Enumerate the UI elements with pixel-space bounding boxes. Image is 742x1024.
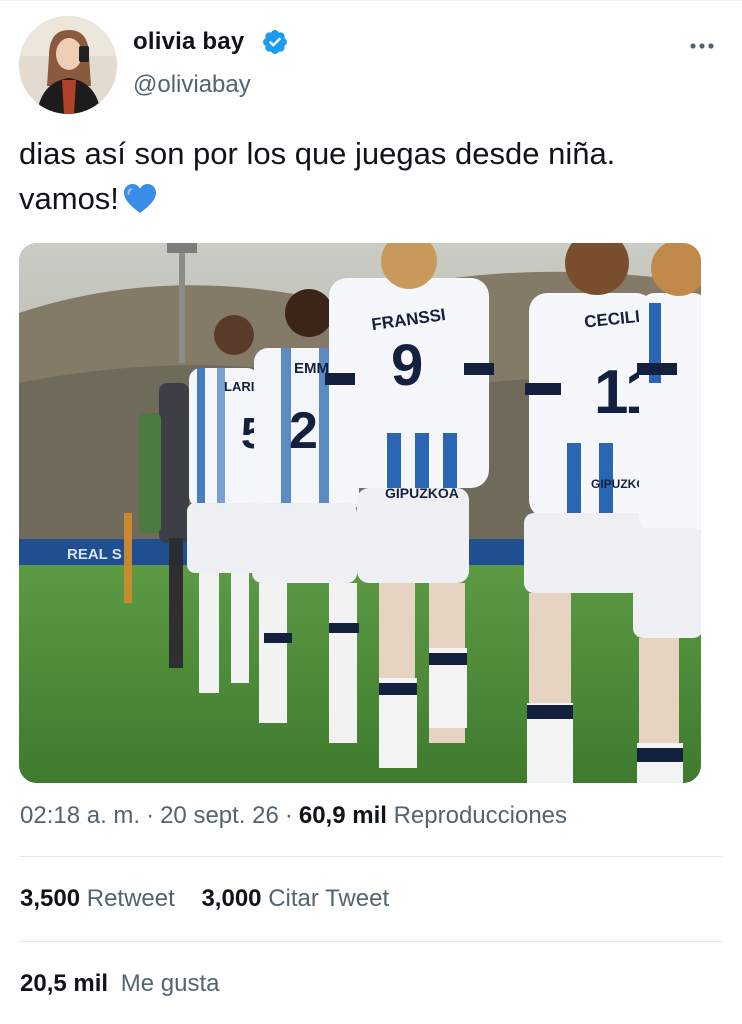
- separator-dot: ·: [146, 802, 155, 829]
- likes-stats: 20,5 mil Me gusta: [20, 970, 219, 998]
- avatar-photo: [19, 16, 117, 114]
- top-border: [0, 0, 742, 1]
- jersey-number-2: 2: [289, 402, 318, 460]
- blue-heart-icon: [123, 184, 156, 213]
- retweets-label: Retweet: [86, 885, 175, 912]
- quotes-label: Citar Tweet: [268, 885, 390, 912]
- tweet-media-image[interactable]: REAL S LARI 5 EMM 2 FRANSSI 9 GIPUZKOA C…: [19, 243, 701, 783]
- quotes-count: 3,000: [201, 885, 262, 912]
- more-options-icon[interactable]: [688, 36, 716, 56]
- views-count: 60,9 mil: [298, 802, 387, 829]
- verified-badge-icon: [263, 30, 287, 54]
- display-name[interactable]: olivia bay: [133, 28, 244, 56]
- tweet-text-vamos: vamos!: [19, 181, 119, 216]
- tweet-text: dias así son por los que juegas desde ni…: [19, 131, 719, 221]
- views-label: Reproducciones: [393, 802, 568, 829]
- likes-stat[interactable]: 20,5 mil Me gusta: [20, 970, 219, 997]
- tweet-meta: 02:18 a. m. · 20 sept. 26 · 60,9 mil Reprodu…: [20, 802, 567, 830]
- likes-label: Me gusta: [120, 970, 220, 997]
- tweet-text-line-1: dias así son por los que juegas desde ni…: [19, 136, 616, 171]
- avatar[interactable]: [19, 16, 117, 114]
- separator-dot: ·: [284, 802, 293, 829]
- likes-count: 20,5 mil: [20, 970, 109, 997]
- divider: [19, 941, 723, 942]
- jersey-name-emm: EMM: [294, 360, 329, 377]
- divider: [19, 856, 723, 857]
- tweet-time[interactable]: 02:18 a. m.: [20, 802, 140, 829]
- retweet-quote-stats: 3,500 Retweet 3,000 Citar Tweet: [20, 885, 389, 913]
- jersey-name-lari: LARI: [224, 379, 254, 394]
- banner-text: REAL S: [67, 546, 122, 563]
- quotes-stat[interactable]: 3,000 Citar Tweet: [201, 885, 389, 912]
- tweet-text-line-2: vamos!: [19, 176, 719, 221]
- tweet-date[interactable]: 20 sept. 26: [160, 802, 279, 829]
- jersey-number-9: 9: [391, 333, 423, 398]
- team-photo: REAL S LARI 5 EMM 2 FRANSSI 9 GIPUZKOA C…: [19, 243, 701, 783]
- retweets-count: 3,500: [20, 885, 81, 912]
- jersey-sponsor-franssi: GIPUZKOA: [385, 485, 459, 501]
- user-handle[interactable]: @oliviabay: [133, 71, 251, 99]
- retweets-stat[interactable]: 3,500 Retweet: [20, 885, 175, 912]
